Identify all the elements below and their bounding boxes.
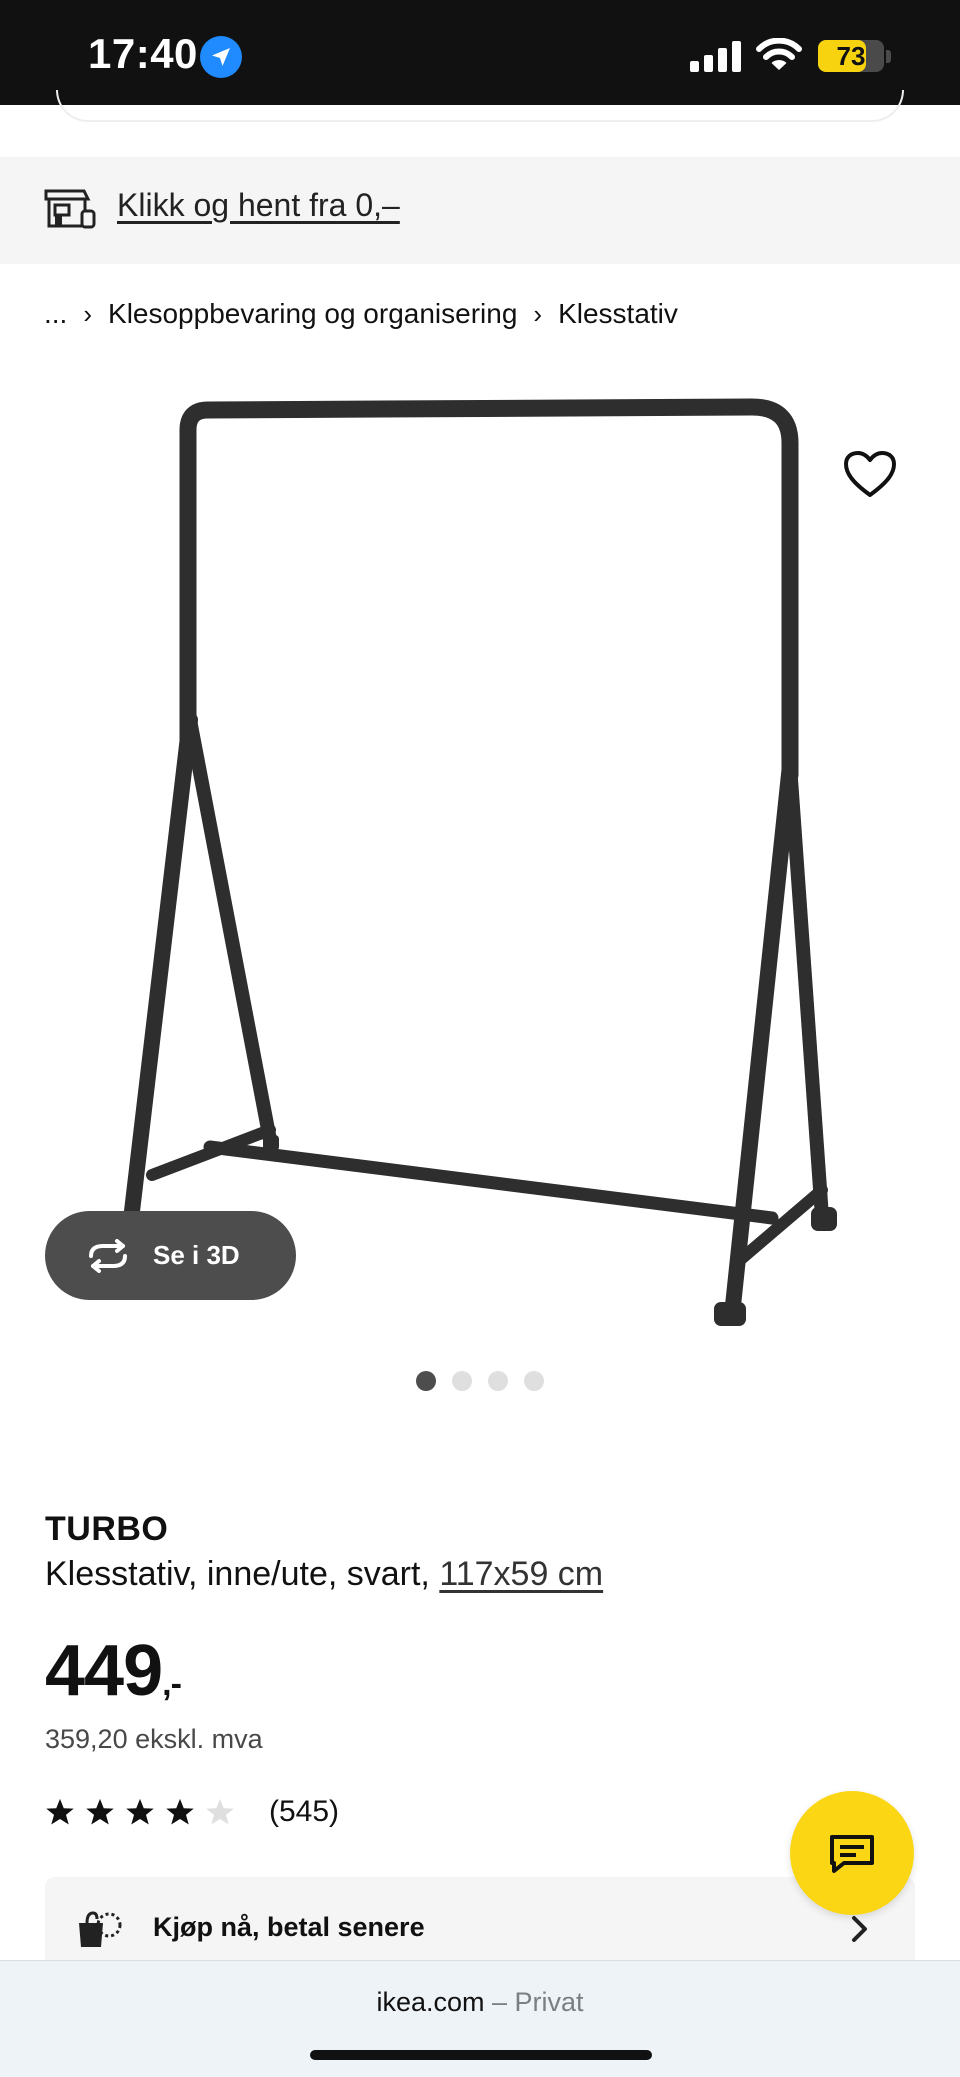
browser-private-mode: – Privat — [484, 1987, 584, 2017]
product-rating[interactable]: (545) — [45, 1795, 339, 1829]
carousel-dot[interactable] — [488, 1371, 508, 1391]
cellular-signal-icon — [690, 40, 742, 72]
price-value: 449 — [45, 1631, 163, 1711]
wifi-icon — [756, 38, 802, 70]
star-filled-icon — [166, 1798, 194, 1825]
chat-bubble-icon — [830, 1835, 874, 1873]
browser-domain: ikea.com — [376, 1987, 485, 2017]
status-time: 17:40 — [88, 30, 198, 77]
carousel-dot[interactable] — [452, 1371, 472, 1391]
chat-button[interactable] — [790, 1791, 914, 1915]
chevron-right-icon: › — [83, 298, 93, 329]
price-suffix: ,- — [162, 1665, 182, 1703]
product-price: 449,- — [45, 1630, 182, 1712]
price-excl-vat: 359,20 ekskl. mva — [45, 1724, 263, 1754]
battery-nub — [886, 50, 891, 63]
carousel-dot[interactable] — [524, 1371, 544, 1391]
home-indicator[interactable] — [310, 2050, 652, 2060]
search-bar-edge — [56, 90, 904, 122]
breadcrumb-ellipsis[interactable]: ... — [44, 298, 67, 330]
breadcrumb-item-clothes-storage[interactable]: Klesoppbevaring og organisering — [108, 298, 517, 330]
product-size-link[interactable]: 117x59 cm — [439, 1555, 603, 1593]
chevron-right-icon — [852, 1916, 867, 1942]
star-filled-icon — [86, 1798, 114, 1825]
browser-url: ikea.com – Privat — [0, 1987, 960, 2018]
click-collect-link[interactable]: Klikk og hent fra 0,– — [117, 187, 400, 224]
star-filled-icon — [126, 1798, 154, 1825]
store-pickup-icon — [44, 189, 96, 229]
view-3d-button[interactable]: Se i 3D — [45, 1211, 296, 1300]
image-carousel-dots — [416, 1371, 544, 1391]
product-description-text: Klesstativ, inne/ute, svart, — [45, 1555, 440, 1593]
star-empty-icon — [206, 1798, 234, 1825]
location-arrow-icon — [200, 36, 242, 78]
rotate-3d-icon — [89, 1238, 127, 1273]
click-collect-banner: Klikk og hent fra 0,– — [0, 157, 960, 264]
product-image[interactable] — [100, 385, 860, 1335]
buy-now-pay-later-label: Kjøp nå, betal senere — [153, 1912, 425, 1942]
view-3d-label: Se i 3D — [153, 1240, 240, 1270]
battery-icon: 73 — [818, 40, 884, 72]
heart-outline-icon — [844, 451, 896, 497]
product-brand: TURBO — [45, 1510, 169, 1548]
favorite-button[interactable] — [842, 449, 898, 501]
star-filled-icon — [46, 1798, 74, 1825]
carousel-dot[interactable] — [416, 1371, 436, 1391]
chevron-right-icon: › — [533, 298, 543, 329]
shopping-bag-clock-icon — [79, 1911, 122, 1947]
product-description: Klesstativ, inne/ute, svart, 117x59 cm — [45, 1555, 603, 1594]
breadcrumb-item-clothes-rack[interactable]: Klesstativ — [558, 298, 678, 330]
review-count: (545) — [269, 1795, 340, 1828]
breadcrumb: ... › Klesoppbevaring og organisering › … — [44, 294, 678, 334]
battery-percentage: 73 — [836, 41, 866, 71]
